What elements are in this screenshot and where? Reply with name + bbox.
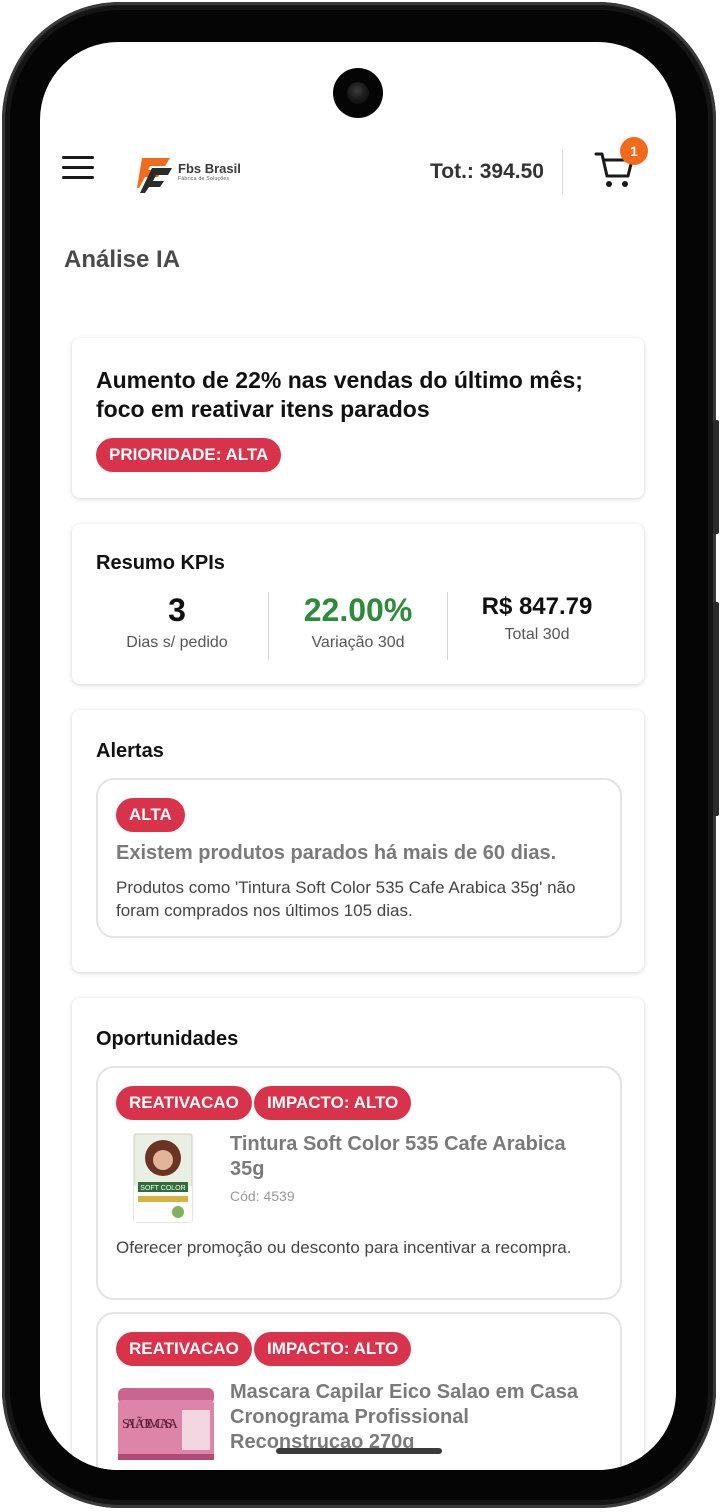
menu-icon[interactable] bbox=[62, 156, 94, 180]
kpi-total-30d: R$ 847.79 Total 30d bbox=[448, 590, 626, 644]
opportunity-type-badge: REATIVACAO bbox=[116, 1086, 252, 1120]
summary-card: Aumento de 22% nas vendas do último mês;… bbox=[72, 338, 644, 498]
page-title: Análise IA bbox=[64, 246, 181, 273]
product-image: SALÃO EM CASA bbox=[116, 1384, 216, 1464]
kpi-days-without-order: 3 Dias s/ pedido bbox=[88, 588, 266, 652]
brand-name: Fbs Brasil bbox=[178, 161, 241, 176]
logo-icon bbox=[137, 158, 172, 193]
opportunity-type-badge: REATIVACAO bbox=[116, 1332, 252, 1366]
priority-badge: PRIORIDADE: ALTA bbox=[96, 438, 282, 472]
opportunity-impact-badge: IMPACTO: ALTO bbox=[254, 1086, 412, 1120]
product-package-text: SALÃO EM CASA bbox=[122, 1416, 179, 1432]
opportunity-item[interactable]: REATIVACAO IMPACTO: ALTO SOFT COLOR Tint… bbox=[96, 1066, 622, 1300]
opportunities-card: Oportunidades REATIVACAO IMPACTO: ALTO S… bbox=[72, 998, 644, 1470]
opportunities-title: Oportunidades bbox=[96, 1028, 239, 1050]
alerts-card: Alertas ALTA Existem produtos parados há… bbox=[72, 710, 644, 972]
home-indicator[interactable] bbox=[276, 1448, 442, 1454]
opportunity-description: Oferecer promoção ou desconto para incen… bbox=[116, 1238, 572, 1257]
app-screen: Fbs Brasil Fábrica de Soluções Tot.: 394… bbox=[40, 42, 676, 1470]
cart-count-badge: 1 bbox=[620, 137, 648, 165]
kpi-label: Dias s/ pedido bbox=[126, 634, 228, 651]
kpi-value: R$ 847.79 bbox=[481, 593, 593, 620]
product-name: Tintura Soft Color 535 Cafe Arabica 35g bbox=[230, 1133, 566, 1180]
kpi-label: Total 30d bbox=[504, 626, 570, 643]
brand-logo[interactable]: Fbs Brasil Fábrica de Soluções bbox=[134, 150, 244, 194]
alert-severity-badge: ALTA bbox=[116, 798, 185, 832]
alert-description: Produtos como 'Tintura Soft Color 535 Ca… bbox=[116, 878, 576, 920]
opportunity-impact-badge: IMPACTO: ALTO bbox=[254, 1332, 412, 1366]
product-image: SOFT COLOR bbox=[132, 1132, 194, 1224]
kpi-card: Resumo KPIs 3 Dias s/ pedido 22.00% Vari… bbox=[72, 524, 644, 684]
kpi-value: 3 bbox=[168, 592, 186, 628]
summary-headline: Aumento de 22% nas vendas do último mês;… bbox=[96, 367, 583, 422]
product-name: Mascara Capilar Eico Salao em Casa Crono… bbox=[230, 1381, 578, 1453]
product-code: Cód: 4539 bbox=[230, 1188, 295, 1204]
header-divider bbox=[562, 150, 563, 194]
brand-tagline: Fábrica de Soluções bbox=[178, 176, 230, 182]
alert-title: Existem produtos parados há mais de 60 d… bbox=[116, 842, 557, 864]
app-header: Fbs Brasil Fábrica de Soluções Tot.: 394… bbox=[40, 137, 676, 202]
kpi-label: Variação 30d bbox=[311, 634, 405, 651]
power-button bbox=[713, 602, 719, 816]
kpi-value: 22.00% bbox=[303, 592, 413, 628]
kpi-title: Resumo KPIs bbox=[96, 552, 225, 574]
front-camera bbox=[333, 68, 383, 118]
volume-button bbox=[713, 420, 719, 534]
product-package-text: SOFT COLOR bbox=[140, 1185, 185, 1192]
alerts-title: Alertas bbox=[96, 740, 164, 762]
opportunity-item[interactable]: REATIVACAO IMPACTO: ALTO SALÃO EM CASA M… bbox=[96, 1312, 622, 1470]
kpi-variation: 22.00% Variação 30d bbox=[269, 588, 447, 652]
cart-total: Tot.: 394.50 bbox=[430, 160, 544, 183]
alert-item[interactable]: ALTA Existem produtos parados há mais de… bbox=[96, 778, 622, 938]
